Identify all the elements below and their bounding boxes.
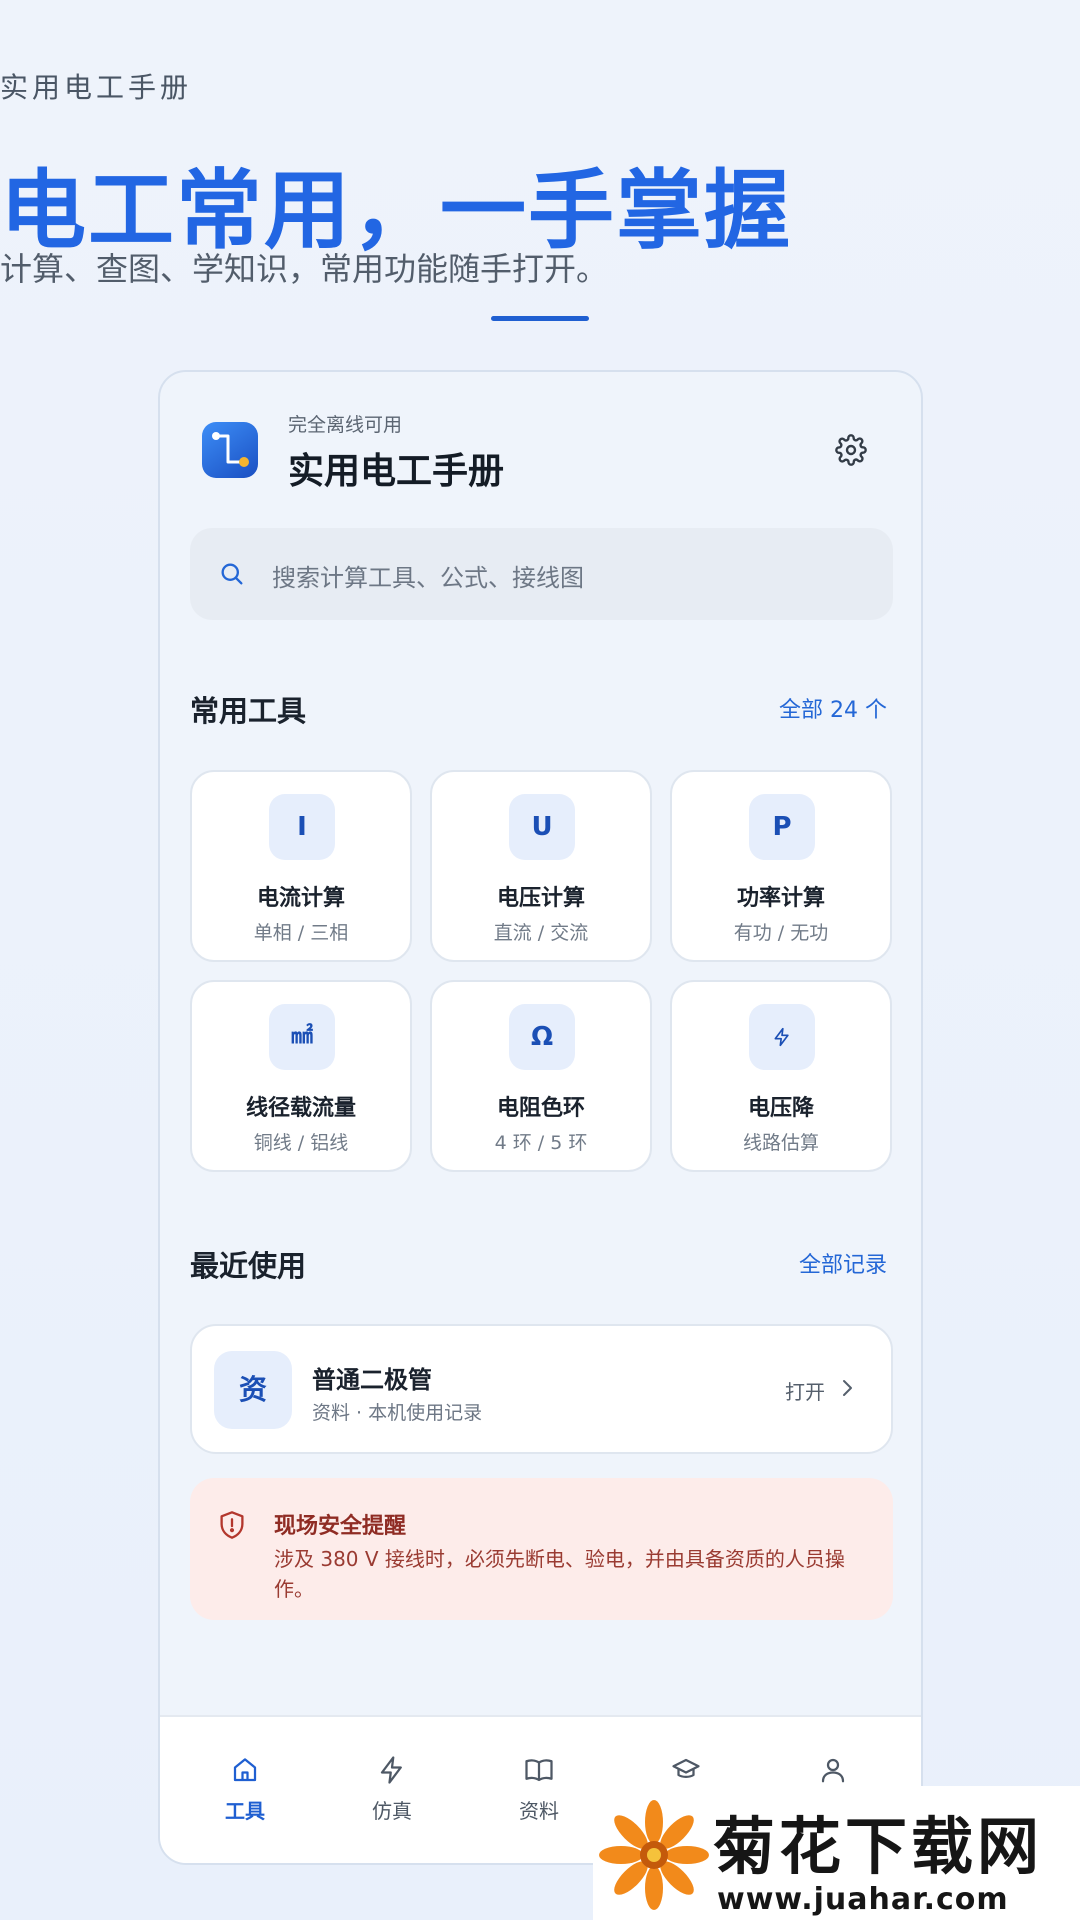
hero-divider bbox=[491, 316, 589, 321]
ohm-icon: Ω bbox=[509, 1004, 575, 1070]
search-input[interactable]: 搜索计算工具、公式、接线图 bbox=[190, 528, 893, 620]
tool-name: 功率计算 bbox=[736, 886, 825, 911]
tab-label: 工具 bbox=[225, 1799, 265, 1823]
tool-desc: 线路估算 bbox=[742, 1132, 819, 1154]
recent-item-subtitle: 资料 · 本机使用记录 bbox=[312, 1402, 483, 1424]
alert-title: 现场安全提醒 bbox=[274, 1514, 407, 1539]
recent-all-link[interactable]: 全部记录 bbox=[799, 1247, 887, 1279]
app-title: 实用电工手册 bbox=[288, 451, 505, 492]
app-header: 完全离线可用 实用电工手册 bbox=[160, 372, 921, 522]
tools-all-link[interactable]: 全部 24 个 bbox=[779, 692, 887, 724]
watermark-text: 菊花下载网 bbox=[713, 1810, 1044, 1883]
home-icon bbox=[233, 1758, 257, 1782]
tool-card-voltage-drop[interactable]: 电压降 线路估算 bbox=[670, 980, 892, 1172]
gear-icon[interactable] bbox=[835, 434, 867, 466]
app-screen: 完全离线可用 实用电工手册 搜索计算工具、公式、接线图 常用工具 全部 24 个… bbox=[158, 370, 923, 1865]
lightning-icon bbox=[380, 1756, 402, 1784]
tool-desc: 有功 / 无功 bbox=[733, 922, 829, 944]
power-icon: P bbox=[749, 794, 815, 860]
tool-name: 电压降 bbox=[747, 1096, 814, 1121]
user-icon bbox=[821, 1758, 845, 1783]
search-icon bbox=[218, 560, 246, 588]
tab-resources[interactable]: 资料 bbox=[489, 1755, 589, 1824]
recent-item[interactable]: 资 普通二极管 资料 · 本机使用记录 打开 bbox=[190, 1324, 893, 1454]
tool-card-voltage[interactable]: U 电压计算 直流 / 交流 bbox=[430, 770, 652, 962]
recent-open-button[interactable]: 打开 bbox=[785, 1376, 825, 1405]
tool-name: 电压计算 bbox=[496, 886, 585, 911]
tool-desc: 4 环 / 5 环 bbox=[494, 1132, 588, 1154]
tab-tools[interactable]: 工具 bbox=[195, 1755, 295, 1824]
app-logo bbox=[202, 422, 258, 478]
tool-desc: 铜线 / 铝线 bbox=[253, 1132, 349, 1154]
tool-name: 电流计算 bbox=[256, 886, 345, 911]
tool-desc: 直流 / 交流 bbox=[493, 922, 589, 944]
alert-text: 涉及 380 V 接线时，必须先断电、验电，并由具备资质的人员操作。 bbox=[274, 1547, 845, 1601]
recent-section-title: 最近使用 bbox=[190, 1249, 307, 1283]
tool-name: 电阻色环 bbox=[496, 1096, 585, 1121]
recent-item-title: 普通二极管 bbox=[312, 1366, 432, 1394]
wire-gauge-icon: ㎟ bbox=[269, 1004, 335, 1070]
current-icon: I bbox=[269, 794, 335, 860]
safety-alert: 现场安全提醒 涉及 380 V 接线时，必须先断电、验电，并由具备资质的人员操作… bbox=[190, 1478, 893, 1620]
tools-section-title: 常用工具 bbox=[190, 694, 307, 728]
offline-label: 完全离线可用 bbox=[288, 414, 403, 436]
tool-card-wire-ampacity[interactable]: ㎟ 线径载流量 铜线 / 铝线 bbox=[190, 980, 412, 1172]
tab-label: 资料 bbox=[519, 1799, 559, 1823]
shield-alert-icon bbox=[218, 1510, 246, 1540]
tab-label: 仿真 bbox=[372, 1799, 412, 1823]
search-placeholder: 搜索计算工具、公式、接线图 bbox=[272, 564, 584, 592]
tab-simulation[interactable]: 仿真 bbox=[342, 1755, 442, 1824]
book-icon bbox=[525, 1759, 553, 1782]
flower-logo-icon bbox=[599, 1800, 709, 1910]
tool-desc: 单相 / 三相 bbox=[253, 922, 349, 944]
hero-subtitle: 计算、查图、学知识，常用功能随手打开。 bbox=[0, 250, 609, 288]
document-icon: 资 bbox=[214, 1351, 292, 1429]
graduation-cap-icon bbox=[672, 1758, 700, 1778]
chevron-right-icon bbox=[837, 1376, 857, 1400]
voltage-icon: U bbox=[509, 794, 575, 860]
watermark: 菊花下载网 www.juahar.com bbox=[593, 1786, 1080, 1920]
tool-card-power[interactable]: P 功率计算 有功 / 无功 bbox=[670, 770, 892, 962]
hero-eyebrow: 实用电工手册 bbox=[0, 71, 193, 104]
tool-card-resistor-color[interactable]: Ω 电阻色环 4 环 / 5 环 bbox=[430, 980, 652, 1172]
tool-card-current[interactable]: I 电流计算 单相 / 三相 bbox=[190, 770, 412, 962]
tool-name: 线径载流量 bbox=[245, 1096, 356, 1121]
lightning-icon bbox=[749, 1004, 815, 1070]
watermark-url: www.juahar.com bbox=[717, 1882, 1009, 1917]
